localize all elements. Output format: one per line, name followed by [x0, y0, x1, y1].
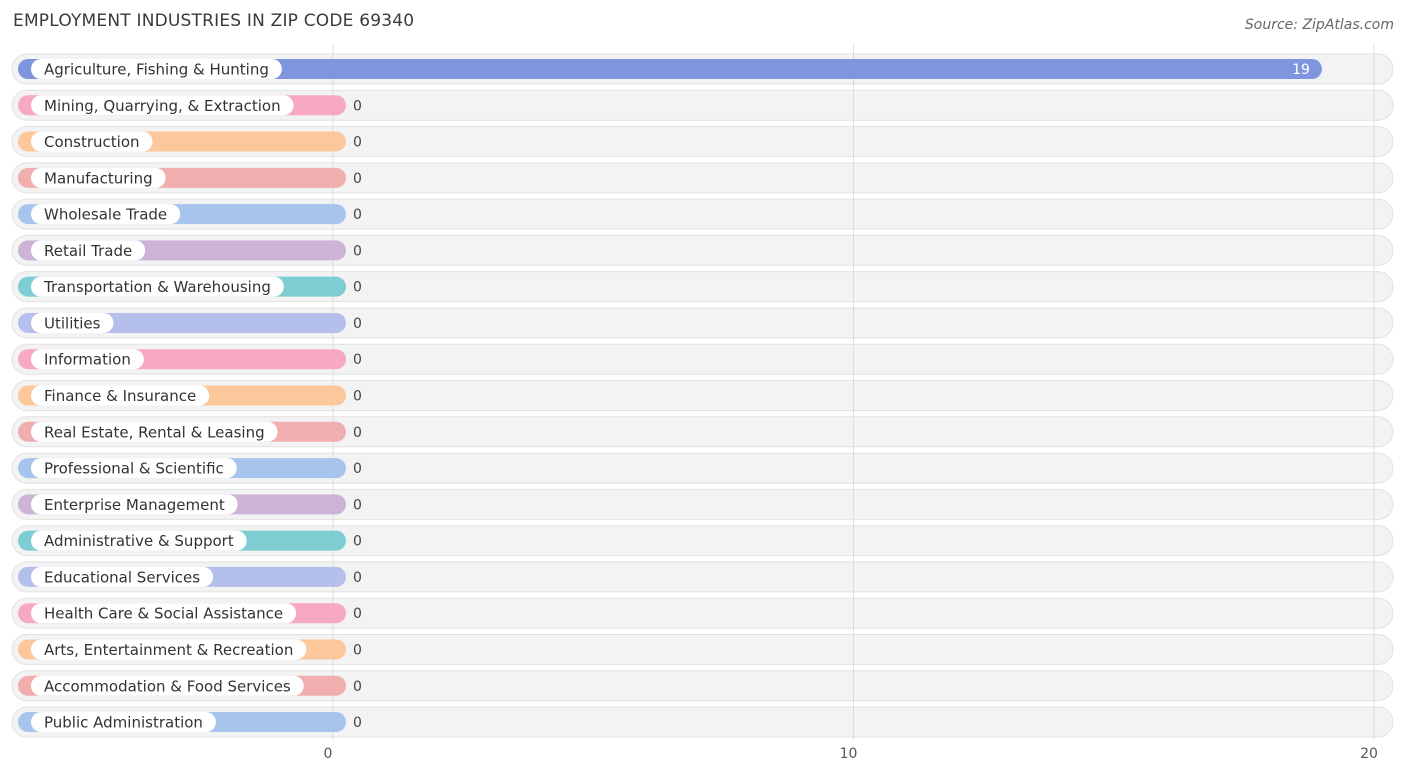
value-label: 0 [353, 461, 362, 477]
bar-chart: Agriculture, Fishing & Hunting Mining, Qu… [11, 44, 1394, 762]
value-label: 19 [1292, 62, 1310, 78]
category-label: Enterprise Management [44, 496, 225, 514]
category-label: Retail Trade [44, 242, 132, 260]
category-label: Wholesale Trade [44, 206, 167, 224]
category-label: Accommodation & Food Services [44, 677, 291, 695]
value-label: 0 [353, 316, 362, 332]
category-label: Agriculture, Fishing & Hunting [44, 61, 269, 79]
value-label: 0 [353, 570, 362, 586]
category-label: Arts, Entertainment & Recreation [44, 641, 293, 659]
category-label: Professional & Scientific [44, 460, 224, 478]
value-label: 0 [353, 207, 362, 223]
category-label: Public Administration [44, 714, 203, 732]
value-label: 0 [353, 679, 362, 695]
value-label: 0 [353, 243, 362, 259]
x-tick-label: 0 [324, 746, 333, 762]
x-axis-ticks: 0 10 20 [324, 746, 1378, 762]
category-label: Real Estate, Rental & Leasing [44, 423, 265, 441]
value-label: 0 [353, 280, 362, 296]
category-label: Health Care & Social Assistance [44, 605, 283, 623]
value-label: 0 [353, 352, 362, 368]
value-label: 0 [353, 389, 362, 405]
category-label: Finance & Insurance [44, 387, 196, 405]
category-label: Information [44, 351, 131, 369]
x-tick-label: 20 [1360, 746, 1378, 762]
category-label: Manufacturing [44, 169, 153, 187]
value-label: 0 [353, 534, 362, 550]
value-label: 0 [353, 642, 362, 658]
value-label: 0 [353, 98, 362, 114]
value-label: 0 [353, 715, 362, 731]
x-tick-label: 10 [840, 746, 858, 762]
value-label: 0 [353, 606, 362, 622]
value-label: 0 [353, 135, 362, 151]
value-label: 0 [353, 171, 362, 187]
category-label: Administrative & Support [44, 532, 234, 550]
category-label: Mining, Quarrying, & Extraction [44, 97, 281, 115]
category-label: Utilities [44, 314, 101, 332]
category-label: Construction [44, 133, 140, 151]
value-label: 0 [353, 497, 362, 513]
category-label: Educational Services [44, 568, 200, 586]
category-label: Transportation & Warehousing [43, 278, 271, 296]
value-label: 0 [353, 425, 362, 441]
